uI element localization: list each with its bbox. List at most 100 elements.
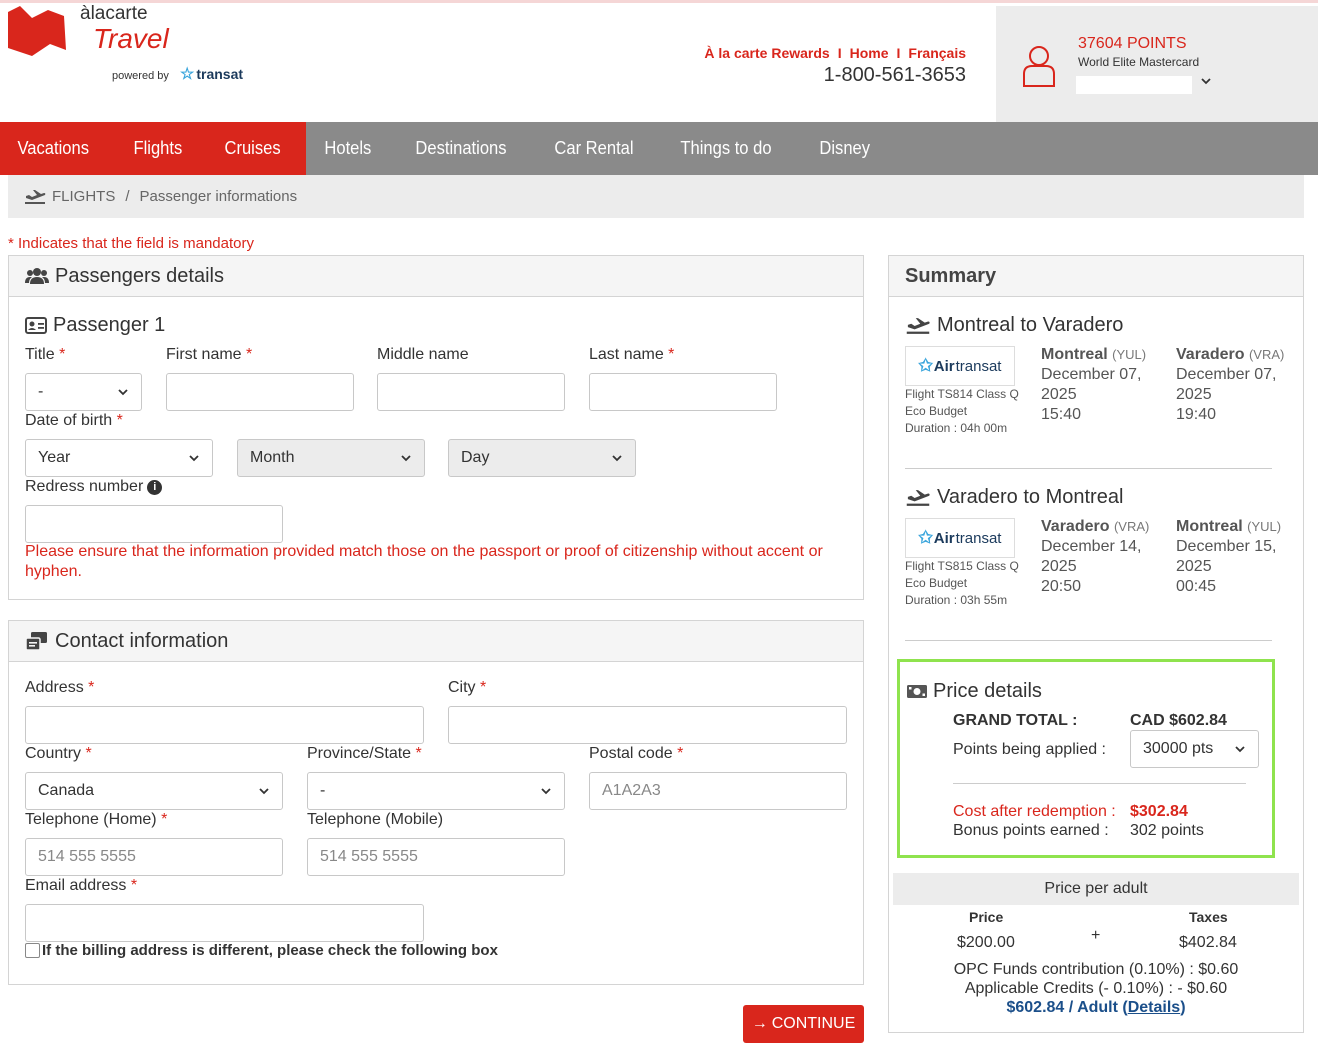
outbound-departure: Montreal (YUL) December 07, 2025 15:40: [1041, 346, 1147, 423]
home-link[interactable]: Home: [850, 45, 889, 61]
return-arrival: Montreal (YUL) December 15, 2025 00:45: [1176, 518, 1282, 595]
language-link[interactable]: Français: [908, 45, 966, 61]
link-separator: I: [837, 45, 842, 61]
nav-hotels[interactable]: Hotels: [306, 122, 390, 175]
airline-logo: ✩ Air transat: [905, 518, 1015, 558]
tel-home-input[interactable]: 514 555 5555: [25, 838, 283, 876]
taxes-value: $402.84: [1179, 934, 1237, 951]
main-nav: Vacations Flights Cruises Hotels Destina…: [0, 122, 1318, 175]
continue-label: CONTINUE: [771, 1015, 856, 1032]
link-separator: I: [896, 45, 901, 61]
nav-things-to-do[interactable]: Things to do: [662, 122, 790, 175]
billing-checkbox[interactable]: [25, 943, 40, 958]
address-input[interactable]: [25, 706, 424, 744]
city-label: City *: [448, 679, 487, 696]
country-select[interactable]: Canada: [25, 772, 283, 810]
summary-divider: [905, 640, 1272, 641]
card-name: World Elite Mastercard: [1078, 55, 1200, 69]
price-details-heading: Price details: [906, 680, 1042, 703]
dob-label: Date of birth *: [25, 412, 123, 429]
passengers-panel: Passengers details Passenger 1 Title * F…: [8, 255, 864, 600]
passengers-title: Passengers details: [55, 264, 224, 287]
user-icon[interactable]: [1022, 44, 1056, 88]
arrow-right-icon: →: [751, 1015, 768, 1032]
maple-flag-logo-icon[interactable]: [6, 6, 68, 58]
points-applied-select[interactable]: 30000 pts: [1130, 730, 1259, 768]
province-label: Province/State *: [307, 745, 422, 762]
tel-mobile-label: Telephone (Mobile): [307, 811, 444, 828]
nav-flights[interactable]: Flights: [116, 122, 200, 175]
points-applied-label: Points being applied :: [953, 741, 1106, 758]
price-details-box: Price details GRAND TOTAL : CAD $602.84 …: [897, 659, 1275, 858]
price-per-adult-header: Price per adult: [893, 873, 1299, 905]
plane-icon: [906, 317, 930, 334]
nav-highlight-group: Vacations Flights Cruises: [0, 122, 306, 175]
brand-ala-carte[interactable]: àlacarte: [80, 3, 148, 25]
id-card-icon: [25, 317, 47, 334]
nav-cruises[interactable]: Cruises: [207, 122, 298, 175]
chevron-down-icon: [401, 455, 411, 462]
dob-year-select[interactable]: Year: [25, 439, 213, 477]
cost-after-label: Cost after redemption :: [953, 803, 1116, 820]
nav-vacations[interactable]: Vacations: [0, 122, 106, 175]
chevron-down-icon[interactable]: [1200, 75, 1212, 87]
nav-disney[interactable]: Disney: [801, 122, 888, 175]
powered-by-text: powered by: [112, 70, 169, 82]
chevron-down-icon: [612, 455, 622, 462]
plane-icon: [906, 489, 930, 506]
billing-checkbox-label[interactable]: If the billing address is different, ple…: [42, 942, 498, 959]
star-icon: ✩: [918, 356, 933, 375]
outbound-arrival: Varadero (VRA) December 07, 2025 19:40: [1176, 346, 1285, 423]
account-select[interactable]: [1076, 76, 1192, 94]
nav-destinations[interactable]: Destinations: [397, 122, 525, 175]
redress-label: Redress number i: [25, 478, 163, 496]
info-icon[interactable]: i: [147, 480, 163, 495]
redress-input[interactable]: [25, 505, 283, 543]
brand-travel[interactable]: Travel: [93, 23, 169, 55]
chevron-down-icon: [259, 788, 269, 795]
transat-wordmark: transat: [196, 66, 244, 82]
bonus-points-value: 302 points: [1130, 822, 1204, 839]
dob-month-select[interactable]: Month: [237, 439, 425, 477]
first-name-input[interactable]: [166, 373, 354, 411]
chevron-down-icon: [118, 389, 128, 396]
postal-code-input[interactable]: A1A2A3: [589, 772, 847, 810]
summary-panel: Summary Montreal to Varadero ✩ Air transa…: [888, 255, 1304, 1033]
details-link[interactable]: Details: [1128, 999, 1180, 1016]
tel-mobile-input[interactable]: 514 555 5555: [307, 838, 565, 876]
middle-name-input[interactable]: [377, 373, 565, 411]
price-divider: [953, 783, 1246, 784]
breadcrumb-separator: /: [125, 188, 130, 205]
contact-panel: Contact information Address * City * Cou…: [8, 620, 864, 985]
phone-number[interactable]: 1-800-561-3653: [824, 64, 966, 87]
outbound-flight-info: Flight TS814 Class Q Eco Budget Duration…: [905, 387, 1019, 435]
star-icon: ✩: [918, 528, 933, 547]
province-select[interactable]: -: [307, 772, 565, 810]
email-input[interactable]: [25, 904, 424, 942]
grand-total-value: CAD $602.84: [1130, 712, 1227, 729]
country-label: Country *: [25, 745, 92, 762]
points-balance: 37604 POINTS: [1078, 35, 1187, 52]
dob-day-select[interactable]: Day: [448, 439, 636, 477]
return-route: Varadero to Montreal: [905, 486, 1123, 509]
chevron-down-icon: [541, 788, 551, 795]
continue-button[interactable]: → CONTINUE: [743, 1005, 864, 1043]
address-label: Address *: [25, 679, 95, 696]
breadcrumb-flights[interactable]: FLIGHTS: [52, 188, 115, 205]
price-value: $200.00: [957, 934, 1015, 951]
city-input[interactable]: [448, 706, 847, 744]
last-name-input[interactable]: [589, 373, 777, 411]
summary-title: Summary: [905, 264, 997, 287]
applicable-credits: Applicable Credits (- 0.10%) : - $0.60: [964, 980, 1228, 997]
contact-title: Contact information: [55, 629, 229, 652]
rewards-link[interactable]: À la carte Rewards: [704, 45, 829, 61]
passport-warning: Please ensure that the information provi…: [25, 543, 823, 580]
breadcrumb: FLIGHTS / Passenger informations: [8, 175, 1304, 218]
breadcrumb-current: Passenger informations: [139, 188, 298, 205]
title-select[interactable]: -: [25, 373, 142, 411]
price-label: Price: [969, 909, 1004, 925]
title-label: Title *: [25, 346, 66, 363]
plane-icon: [25, 189, 46, 204]
passenger-title: Passenger 1: [53, 314, 166, 336]
nav-car-rental[interactable]: Car Rental: [536, 122, 652, 175]
